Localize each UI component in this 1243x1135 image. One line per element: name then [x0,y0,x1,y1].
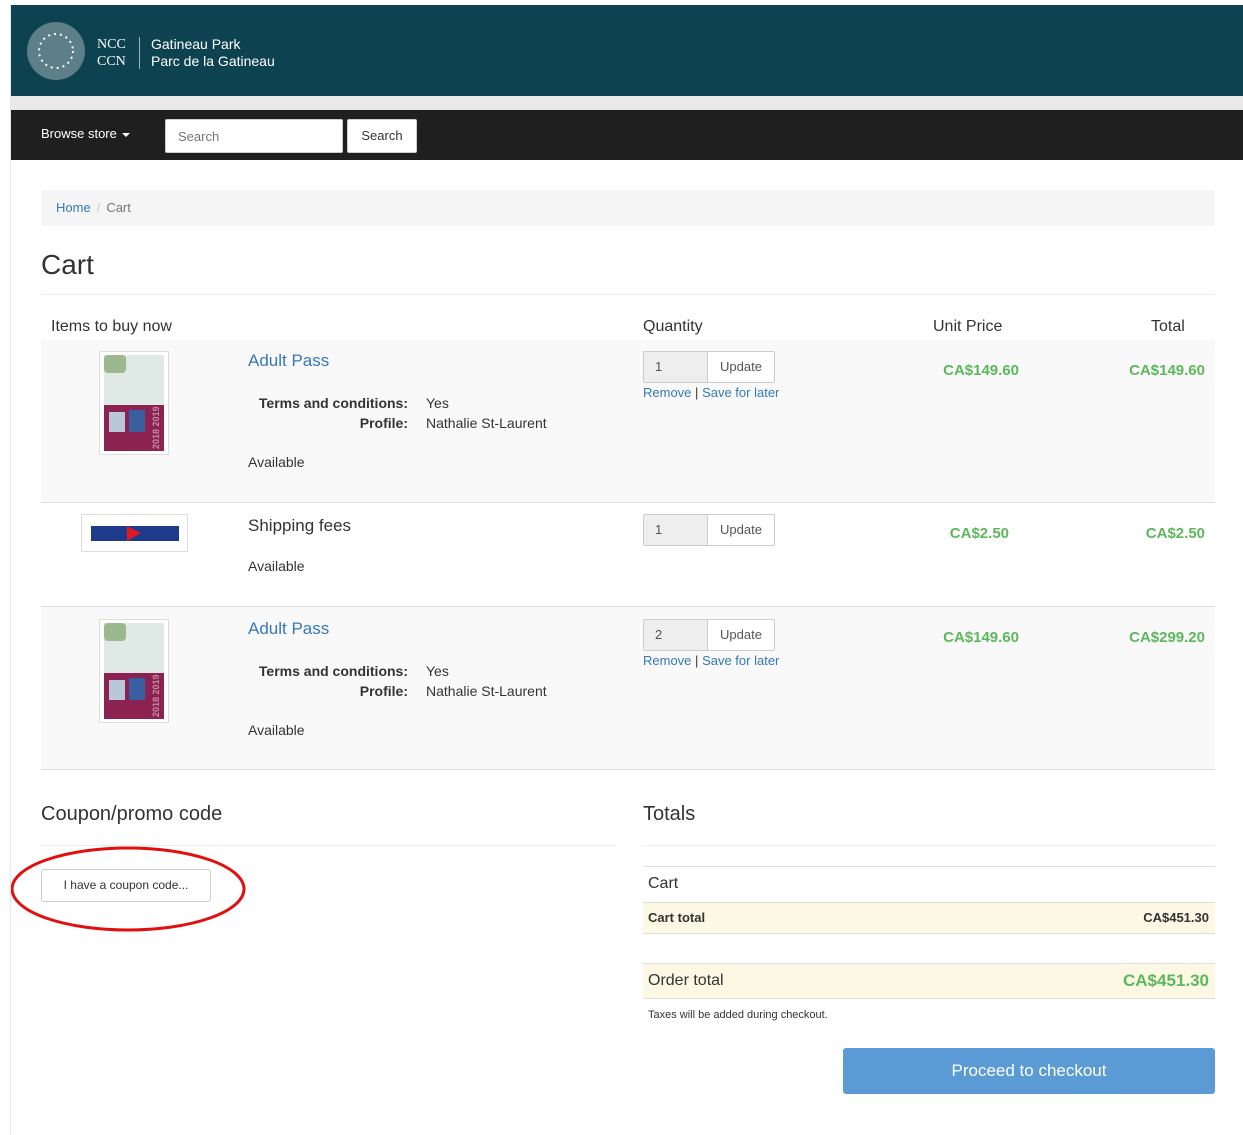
coupon-section-title: Coupon/promo code [41,803,223,825]
line-total: CA$149.60 [1129,362,1205,379]
row-divider [41,769,1215,770]
totals-table-bottom [643,998,1215,999]
quantity-control: 1 Update [643,351,775,383]
terms-label: Terms and conditions: [258,395,408,411]
browse-store-dropdown[interactable]: Browse store [27,122,144,146]
profile-label: Profile: [359,683,408,699]
totals-section-title: Totals [643,803,696,825]
totals-table-top [643,866,1215,867]
browse-store-label: Browse store [41,126,117,141]
page-title: Cart [41,249,94,280]
quantity-input[interactable]: 1 [644,515,708,545]
logo-org-names: NCC CCN [97,36,126,70]
header-spacer [11,96,1243,110]
remove-link[interactable]: Remove [643,385,691,400]
navbar: Browse store Search [11,110,1243,160]
action-separator: | [695,653,699,668]
availability-status: Available [248,454,305,470]
logo-park-fr: Parc de la Gatineau [151,53,275,69]
quantity-control: 1 Update [643,514,775,546]
logo-park-en: Gatineau Park [151,36,241,52]
terms-value: Yes [426,395,449,411]
logo-org-fr: CCN [97,54,126,69]
leaf-icon [104,623,126,641]
totals-cart-heading: Cart [648,875,679,892]
cart-row-1 [41,340,1215,502]
skier-icon [129,678,145,700]
quantity-input[interactable]: 2 [644,620,708,650]
line-total: CA$2.50 [1145,525,1205,542]
profile-value: Nathalie St-Laurent [426,415,547,431]
logo-park-names: Gatineau Park Parc de la Gatineau [151,36,275,70]
terms-label: Terms and conditions: [258,663,408,679]
page-frame: NCC CCN Gatineau Park Parc de la Gatinea… [10,5,1243,1135]
action-separator: | [695,385,699,400]
logo-divider [139,37,140,69]
breadcrumb-current: Cart [106,200,131,215]
portrait-icon [109,680,125,700]
unit-price: CA$149.60 [943,362,1019,379]
search-input[interactable] [165,119,343,153]
skier-icon [129,410,145,432]
save-for-later-link[interactable]: Save for later [702,653,779,668]
breadcrumb-home-link[interactable]: Home [56,200,91,215]
quantity-control: 2 Update [643,619,775,651]
ncc-logo-icon[interactable] [27,22,85,80]
adult-pass-thumbnail[interactable]: 2018 2019 [99,619,169,723]
portrait-icon [109,412,125,432]
adult-pass-thumbnail[interactable]: 2018 2019 [99,351,169,455]
item-name-link[interactable]: Adult Pass [248,351,329,371]
canada-post-arrow-icon [127,526,141,541]
totals-row-divider [643,933,1215,934]
cart-total-label: Cart total [648,910,706,925]
profile-label: Profile: [359,415,408,431]
update-button[interactable]: Update [708,515,774,545]
breadcrumb-separator: / [96,200,101,215]
availability-status: Available [248,558,305,574]
cart-total-row: Cart total CA$451.30 [643,903,1215,933]
terms-value: Yes [426,663,449,679]
save-for-later-link[interactable]: Save for later [702,385,779,400]
logo-org-en: NCC [97,37,126,52]
cart-total-value: CA$451.30 [1143,910,1209,925]
availability-status: Available [248,722,305,738]
pass-year-text: 2018 2019 [151,674,161,717]
caret-down-icon [121,132,130,137]
unit-price: CA$2.50 [949,525,1009,542]
item-actions: Remove | Save for later [643,653,779,668]
order-total-label: Order total [648,972,724,989]
update-button[interactable]: Update [708,352,774,382]
canada-post-thumbnail[interactable] [81,514,188,552]
totals-divider [643,845,1215,846]
pass-year-text: 2018 2019 [151,406,161,449]
item-name-link[interactable]: Adult Pass [248,619,329,639]
column-header-items: Items to buy now [51,318,172,335]
order-total-value: CA$451.30 [1122,971,1209,990]
quantity-input[interactable]: 1 [644,352,708,382]
order-total-row: Order total CA$451.30 [643,964,1215,998]
profile-value: Nathalie St-Laurent [426,683,547,699]
proceed-to-checkout-button[interactable]: Proceed to checkout [843,1048,1215,1094]
row-divider [41,502,1215,503]
item-actions: Remove | Save for later [643,385,779,400]
tax-note: Taxes will be added during checkout. [648,1009,828,1021]
column-header-quantity: Quantity [643,318,703,335]
leaf-icon [104,355,126,373]
breadcrumb: Home / Cart [41,190,1215,226]
search-button[interactable]: Search [347,119,417,153]
column-header-total: Total [1151,318,1185,335]
site-header: NCC CCN Gatineau Park Parc de la Gatinea… [11,5,1243,96]
coupon-divider [41,845,616,846]
title-divider [41,294,1215,295]
cart-row-3 [41,607,1215,769]
update-button[interactable]: Update [708,620,774,650]
coupon-code-button[interactable]: I have a coupon code... [41,869,211,902]
remove-link[interactable]: Remove [643,653,691,668]
unit-price: CA$149.60 [943,629,1019,646]
item-name: Shipping fees [248,516,352,535]
line-total: CA$299.20 [1129,629,1205,646]
column-header-unit-price: Unit Price [933,318,1003,335]
